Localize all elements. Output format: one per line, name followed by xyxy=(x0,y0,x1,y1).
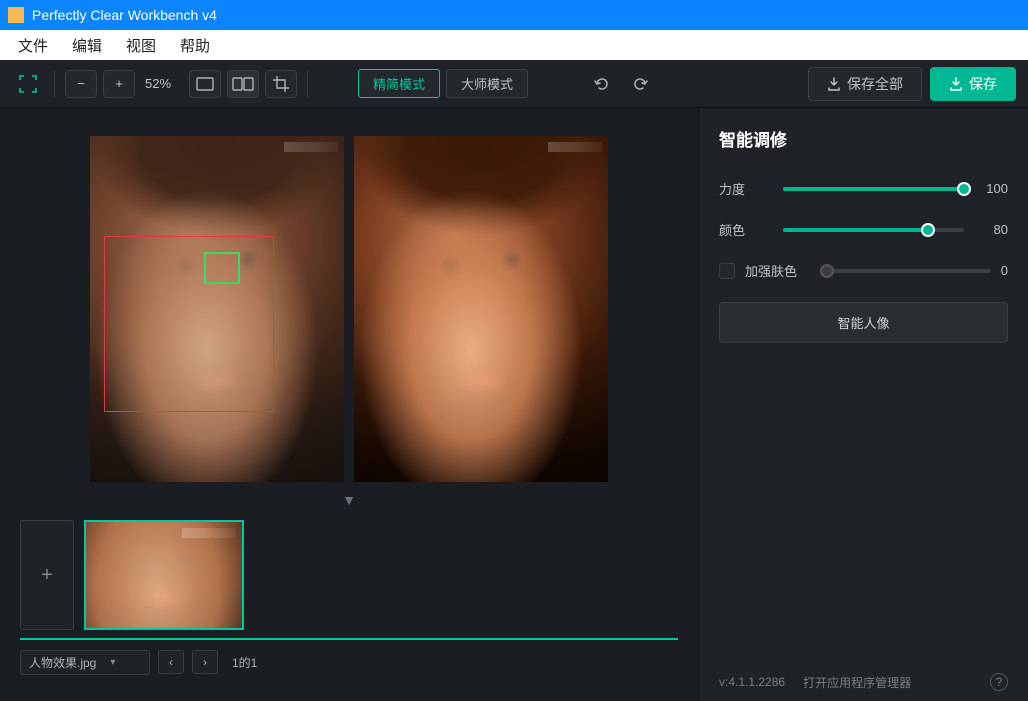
zoom-group: − + 52% xyxy=(65,70,181,98)
menu-help[interactable]: 帮助 xyxy=(168,31,222,60)
minus-icon: − xyxy=(77,76,85,91)
zoom-percent: 52% xyxy=(141,76,181,91)
chevron-down-icon: ▾ xyxy=(110,657,115,668)
crop-icon xyxy=(272,75,290,93)
filmstrip: + xyxy=(20,512,678,640)
view-single-button[interactable] xyxy=(189,70,221,98)
next-image-button[interactable]: › xyxy=(192,650,218,674)
help-button[interactable]: ? xyxy=(990,673,1008,691)
strength-row: 力度 100 xyxy=(719,179,1008,198)
panel-title: 智能调修 xyxy=(719,126,1008,151)
page-indicator: 1的1 xyxy=(226,654,263,671)
add-image-button[interactable]: + xyxy=(20,520,74,630)
adjustments-panel: 智能调修 力度 100 颜色 80 加强肤色 0 xyxy=(698,108,1028,701)
file-name: 人物效果.jpg xyxy=(29,654,96,671)
enhance-skin-value: 0 xyxy=(1001,263,1008,278)
color-slider[interactable] xyxy=(783,228,964,232)
history-group xyxy=(586,70,656,98)
workspace: ▼ + 人物效果.jpg ▾ ‹ › 1的1 xyxy=(0,108,698,701)
thumbnail-selected[interactable] xyxy=(84,520,244,630)
main-area: ▼ + 人物效果.jpg ▾ ‹ › 1的1 智能调修 力度 100 xyxy=(0,108,1028,701)
save-all-label: 保存全部 xyxy=(847,74,903,94)
menu-bar: 文件 编辑 视图 帮助 xyxy=(0,30,1028,60)
smart-portrait-button[interactable]: 智能人像 xyxy=(719,302,1008,343)
fit-screen-icon xyxy=(19,75,37,93)
enhance-skin-checkbox[interactable] xyxy=(719,263,735,279)
redo-button[interactable] xyxy=(624,70,656,98)
prev-image-button[interactable]: ‹ xyxy=(158,650,184,674)
enhance-skin-slider[interactable] xyxy=(827,269,991,273)
menu-edit[interactable]: 编辑 xyxy=(60,31,114,60)
color-value: 80 xyxy=(978,222,1008,237)
filmstrip-collapse-toggle[interactable]: ▼ xyxy=(20,492,678,508)
panel-footer: v:4.1.1.2286 打开应用程序管理器 ? xyxy=(719,673,1008,691)
file-selector[interactable]: 人物效果.jpg ▾ xyxy=(20,650,150,675)
mode-switch-group: 精简模式 大师模式 xyxy=(358,69,528,98)
undo-button[interactable] xyxy=(586,70,618,98)
menu-file[interactable]: 文件 xyxy=(6,31,60,60)
version-text: v:4.1.1.2286 xyxy=(719,675,785,689)
save-button[interactable]: 保存 xyxy=(930,67,1016,101)
mode-simple-button[interactable]: 精简模式 xyxy=(358,69,440,98)
split-view-icon xyxy=(232,77,254,91)
after-image[interactable] xyxy=(354,136,608,482)
window-titlebar: Perfectly Clear Workbench v4 xyxy=(0,0,1028,30)
undo-icon xyxy=(593,75,611,93)
face-detection-box xyxy=(104,236,274,412)
enhance-skin-row: 加强肤色 0 xyxy=(719,261,1008,280)
open-app-manager-link[interactable]: 打开应用程序管理器 xyxy=(803,674,911,691)
enhance-skin-label: 加强肤色 xyxy=(745,261,797,280)
single-view-icon xyxy=(196,77,214,91)
save-label: 保存 xyxy=(969,74,997,94)
view-mode-group xyxy=(189,70,297,98)
eye-detection-box xyxy=(204,252,240,284)
save-all-button[interactable]: 保存全部 xyxy=(808,67,922,101)
before-image[interactable] xyxy=(90,136,344,482)
download-icon xyxy=(949,77,963,91)
strength-value: 100 xyxy=(978,181,1008,196)
plus-icon: + xyxy=(115,76,123,91)
menu-view[interactable]: 视图 xyxy=(114,31,168,60)
compare-view xyxy=(20,136,678,482)
download-icon xyxy=(827,77,841,91)
zoom-in-button[interactable]: + xyxy=(103,70,135,98)
view-crop-button[interactable] xyxy=(265,70,297,98)
strength-label: 力度 xyxy=(719,179,769,198)
workspace-footer: 人物效果.jpg ▾ ‹ › 1的1 xyxy=(20,646,678,678)
view-split-button[interactable] xyxy=(227,70,259,98)
redo-icon xyxy=(631,75,649,93)
color-label: 颜色 xyxy=(719,220,769,239)
toolbar: − + 52% 精简模式 大师模式 保存全部 保存 xyxy=(0,60,1028,108)
app-icon xyxy=(8,7,24,23)
color-row: 颜色 80 xyxy=(719,220,1008,239)
zoom-out-button[interactable]: − xyxy=(65,70,97,98)
fit-screen-button[interactable] xyxy=(12,70,44,98)
mode-master-button[interactable]: 大师模式 xyxy=(446,69,528,98)
window-title: Perfectly Clear Workbench v4 xyxy=(32,7,1020,23)
strength-slider[interactable] xyxy=(783,187,964,191)
